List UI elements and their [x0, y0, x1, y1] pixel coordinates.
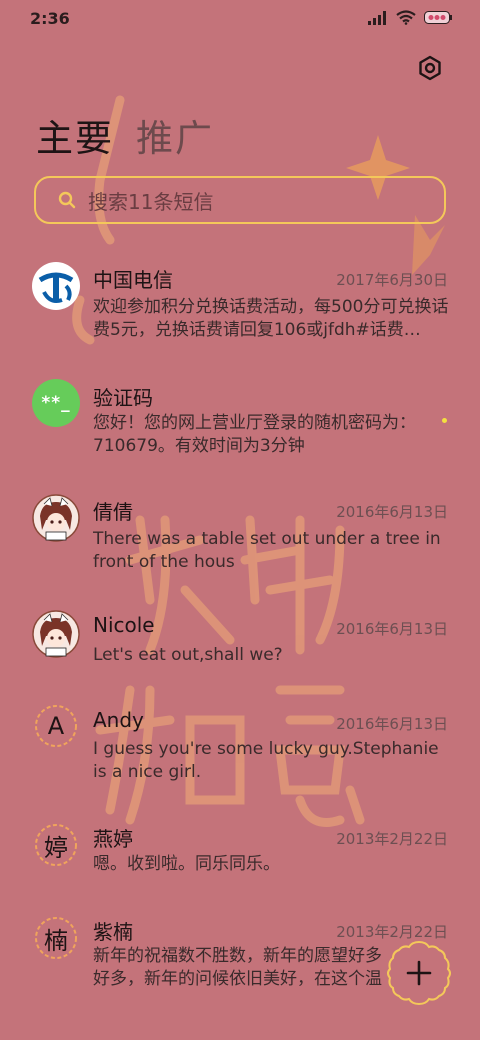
message-date: 2017年6月30日	[336, 271, 448, 289]
message-date: 2013年2月22日	[336, 830, 448, 848]
contact-name: Andy	[93, 708, 144, 732]
contact-name: 中国电信	[93, 268, 173, 292]
message-row[interactable]: 子玲	[0, 1032, 480, 1040]
avatar-text: 楠	[44, 926, 68, 955]
tab-bar: 主要 推广	[36, 108, 214, 162]
search-input[interactable]: 搜索11条短信	[34, 176, 446, 224]
contact-name: 紫楠	[93, 920, 133, 944]
search-placeholder: 搜索11条短信	[88, 189, 214, 214]
message-row[interactable]: Nicole 2016年6月13日 Let's eat out,shall we…	[0, 598, 480, 688]
battery-icon	[424, 11, 452, 24]
message-date: 2016年6月13日	[336, 503, 448, 521]
message-row[interactable]: 中国电信 2017年6月30日 欢迎参加积分兑换话费活动，每500分可兑换话费5…	[0, 250, 480, 360]
anime-avatar-icon	[32, 610, 80, 658]
tab-promotions[interactable]: 推广	[136, 108, 214, 162]
message-row[interactable]: A Andy 2016年6月13日 I guess you're some lu…	[0, 696, 480, 806]
contact-name: Nicole	[93, 613, 155, 637]
contact-name: 验证码	[93, 386, 153, 410]
message-preview: There was a table set out under a tree i…	[93, 529, 441, 572]
status-time: 2:36	[30, 9, 70, 28]
message-date: 2016年6月13日	[336, 715, 448, 733]
message-date: 2016年6月13日	[336, 620, 448, 638]
letter-avatar-icon: 婷	[34, 823, 78, 867]
contact-name: 子玲	[93, 1034, 133, 1040]
avatar-text: **_	[41, 393, 71, 413]
avatar-text: A	[47, 712, 65, 740]
message-preview: 您好！您的网上营业厅登录的随机密码为：710679。有效时间为3分钟	[93, 413, 416, 456]
message-row[interactable]: 婷 燕婷 2013年2月22日 嗯。收到啦。同乐同乐。	[0, 820, 480, 910]
message-date: 2013年2月22日	[336, 923, 448, 941]
unread-dot	[442, 418, 447, 423]
tab-primary[interactable]: 主要	[36, 108, 114, 162]
message-preview: 嗯。收到啦。同乐同乐。	[93, 854, 280, 874]
message-preview: 新年的祝福数不胜数，新年的愿望好多好多，新年的问候依旧美好，在这个温馨的时	[93, 946, 382, 989]
message-row[interactable]: **_ 验证码 您好！您的网上营业厅登录的随机密码为：710679。有效时间为3…	[0, 366, 480, 476]
contact-name: 燕婷	[93, 827, 133, 851]
wifi-icon	[396, 10, 416, 25]
message-preview: 欢迎参加积分兑换话费活动，每500分可兑换话费5元，兑换话费请回复106或jfd…	[93, 297, 449, 340]
gear-icon	[419, 55, 441, 81]
settings-button[interactable]	[416, 54, 444, 82]
message-preview: Let's eat out,shall we?	[93, 645, 283, 665]
message-row[interactable]: 倩倩 2016年6月13日 There was a table set out …	[0, 482, 480, 592]
contact-name: 倩倩	[93, 500, 133, 524]
status-icons	[368, 10, 452, 25]
status-bar: 2:36	[0, 0, 480, 36]
anime-avatar-icon	[32, 494, 80, 542]
avatar-text: 婷	[44, 833, 68, 862]
letter-avatar-icon: A	[34, 704, 78, 748]
new-message-button[interactable]	[386, 940, 452, 1006]
verification-code-icon: **_	[32, 379, 80, 427]
message-preview: I guess you're some lucky guy.Stephanie …	[93, 739, 439, 782]
search-icon	[58, 191, 76, 209]
telecom-logo-icon	[32, 262, 80, 310]
letter-avatar-icon: 楠	[34, 916, 78, 960]
plus-icon	[406, 960, 432, 986]
signal-icon	[368, 10, 386, 25]
